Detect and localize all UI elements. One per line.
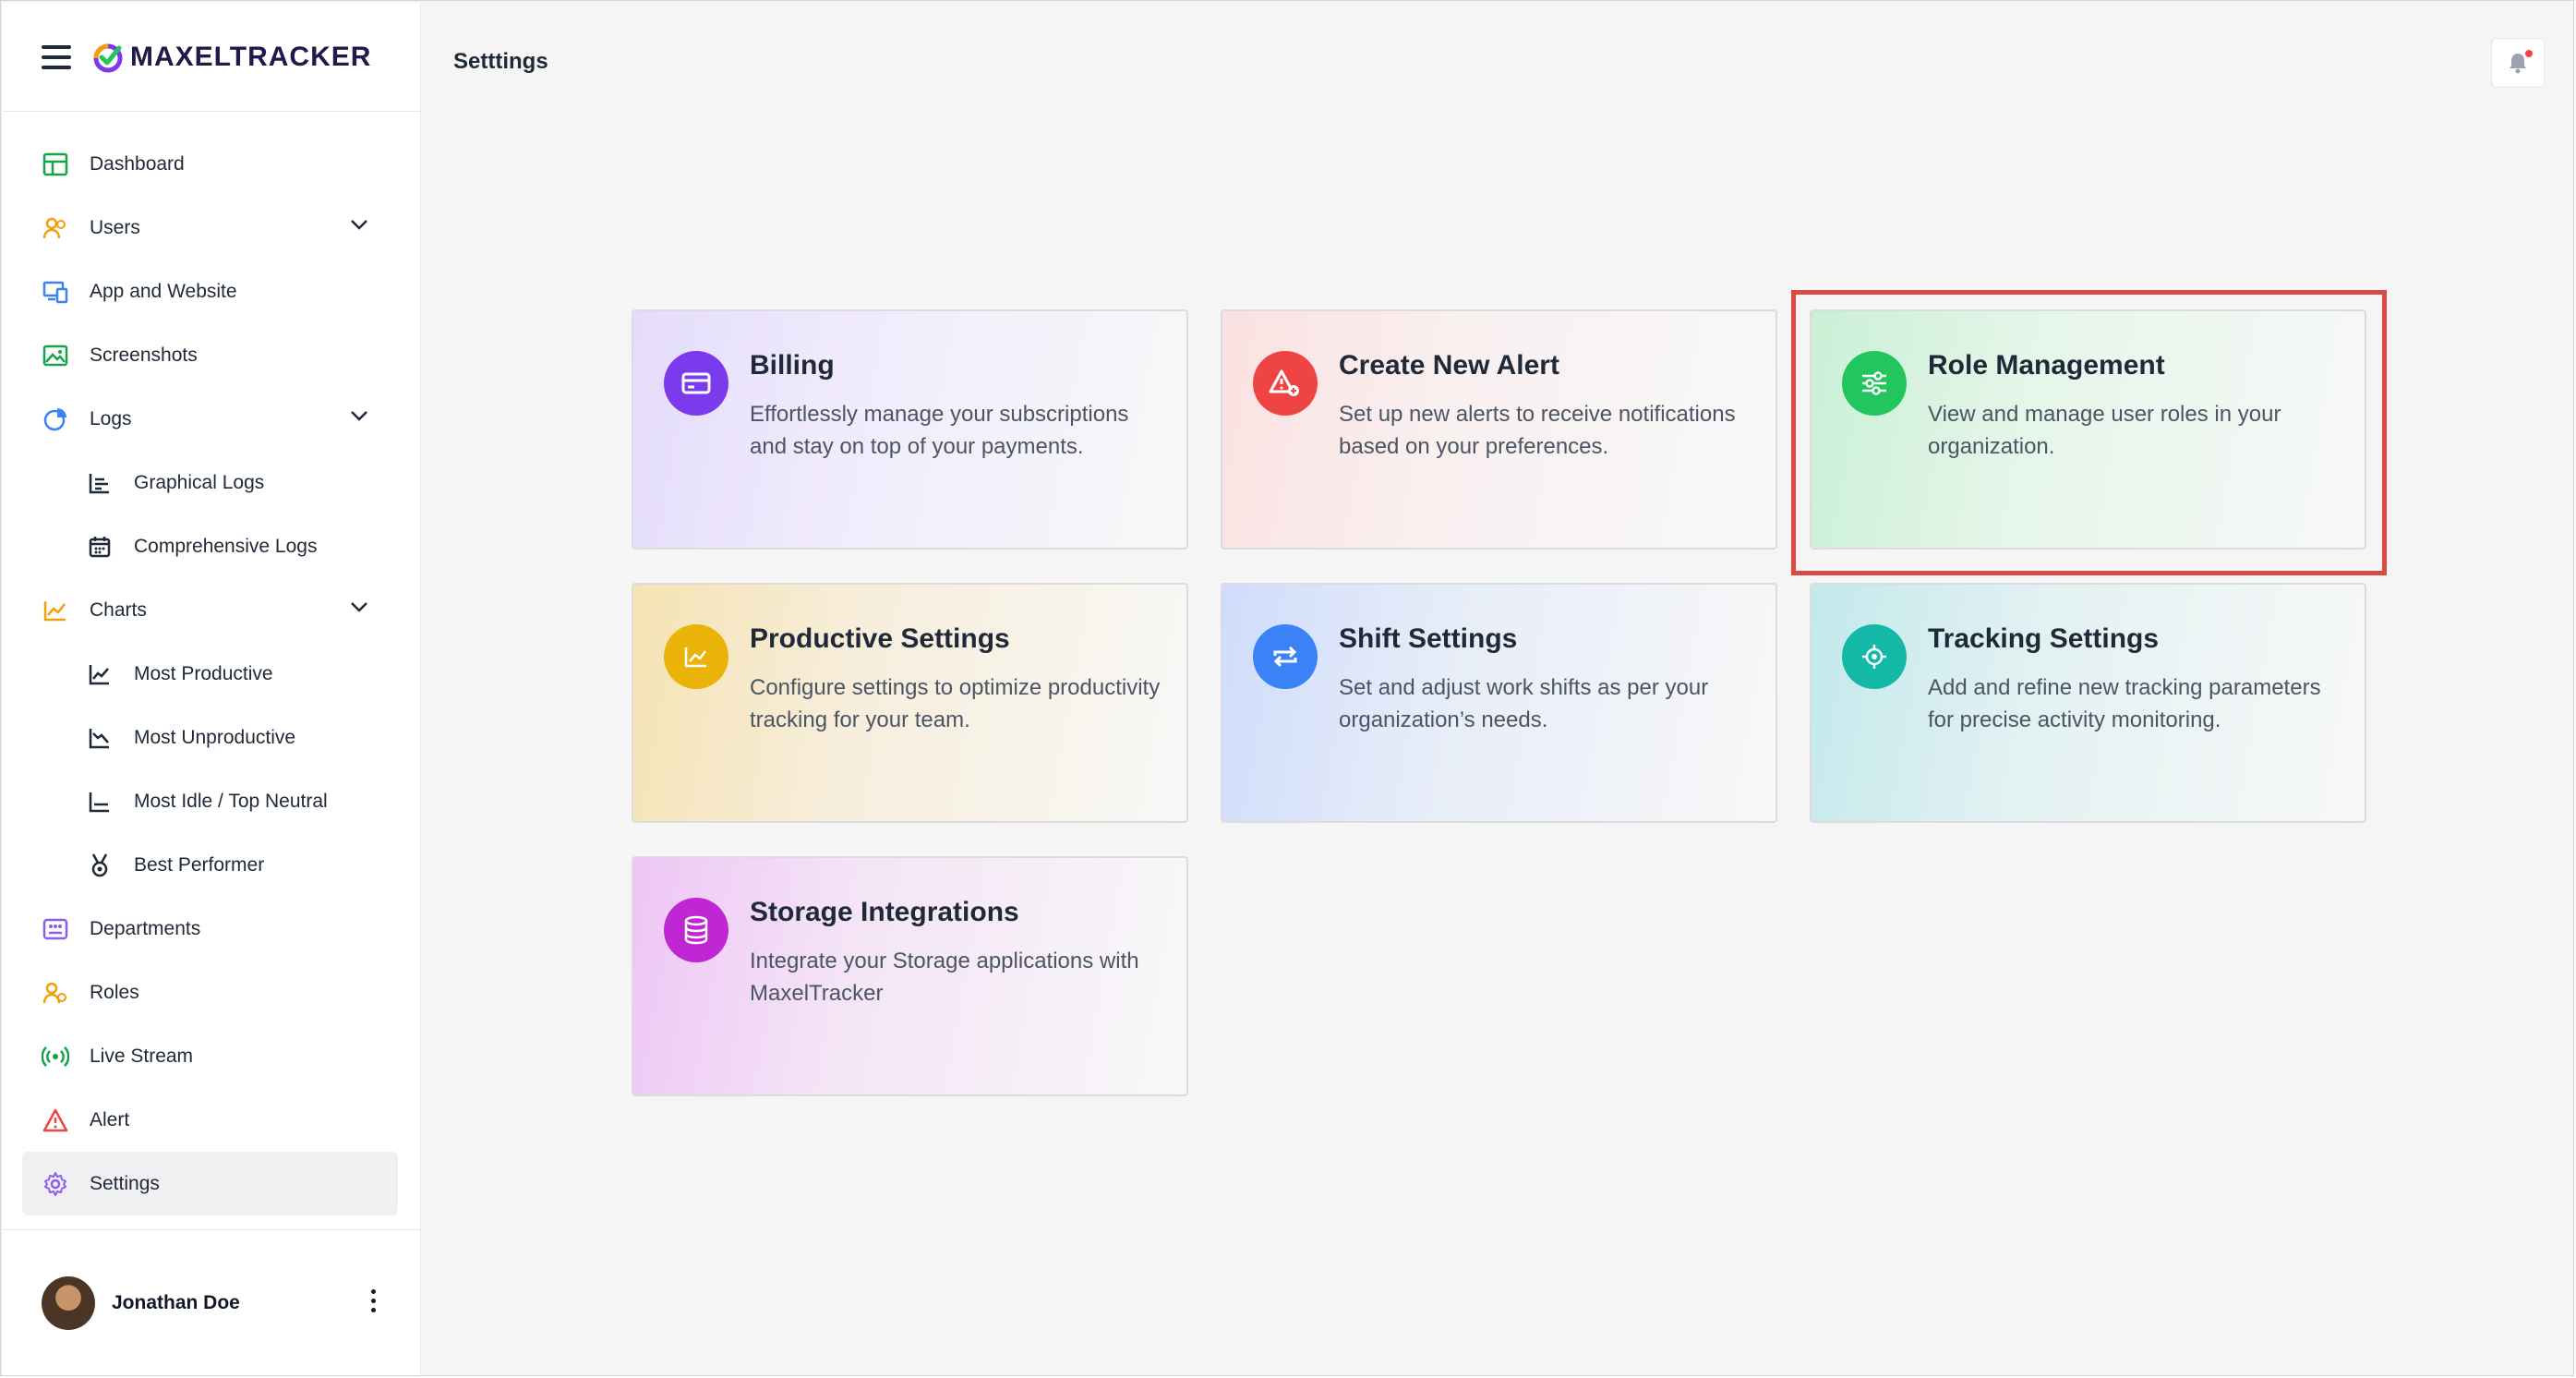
user-name: Jonathan Doe (112, 1291, 240, 1313)
sidebar-item-label: Live Stream (90, 1045, 194, 1067)
pie-chart-icon (42, 405, 69, 433)
line-chart-icon (42, 597, 69, 624)
sidebar-item-label: Screenshots (90, 344, 198, 366)
chart-line-icon (664, 624, 728, 689)
medal-icon (86, 852, 114, 879)
avatar[interactable] (42, 1275, 95, 1330)
card-title: Productive Settings (750, 623, 1010, 654)
alert-add-icon (1253, 351, 1318, 416)
credit-card-icon (664, 351, 728, 416)
sidebar-item-most-idle[interactable]: Most Idle / Top Neutral (3, 769, 420, 833)
chevron-down-icon[interactable] (350, 218, 368, 231)
sidebar-item-roles[interactable]: Roles (3, 961, 420, 1024)
chevron-down-icon[interactable] (350, 600, 368, 613)
sidebar-item-label: Alert (90, 1108, 130, 1130)
app-window: MAXELTRACKER Dashboard Users App and Web… (0, 0, 2574, 1376)
sidebar-item-label: Dashboard (90, 152, 185, 175)
card-role-management[interactable]: Role Management View and manage user rol… (1810, 309, 2366, 550)
menu-icon[interactable] (42, 44, 71, 69)
card-description: Set up new alerts to receive notificatio… (1339, 402, 1736, 459)
card-description: Configure settings to optimize productiv… (750, 675, 1161, 732)
card-description: Effortlessly manage your subscriptions a… (750, 402, 1129, 459)
sidebar-item-live-stream[interactable]: Live Stream (3, 1024, 420, 1088)
page-title: Setttings (453, 49, 548, 74)
sidebar-item-most-productive[interactable]: Most Productive (3, 642, 420, 706)
sidebar-item-dashboard[interactable]: Dashboard (3, 132, 420, 196)
sidebar-item-label: Users (90, 216, 140, 238)
card-title: Storage Integrations (750, 897, 1019, 927)
sidebar-item-label: Logs (90, 407, 132, 429)
sidebar-item-departments[interactable]: Departments (3, 897, 420, 961)
sidebar: MAXELTRACKER Dashboard Users App and Web… (3, 3, 421, 1375)
card-storage-integrations[interactable]: Storage Integrations Integrate your Stor… (632, 856, 1188, 1096)
card-title: Create New Alert (1339, 350, 1559, 381)
repeat-icon (1253, 624, 1318, 689)
calendar-icon (86, 533, 114, 561)
card-tracking-settings[interactable]: Tracking Settings Add and refine new tra… (1810, 583, 2366, 823)
trend-down-icon (86, 724, 114, 752)
card-description: Integrate your Storage applications with… (750, 949, 1139, 1006)
notification-badge (2525, 50, 2533, 57)
user-profile[interactable]: Jonathan Doe (3, 1229, 420, 1375)
card-billing[interactable]: Billing Effortlessly manage your subscri… (632, 309, 1188, 550)
sidebar-item-label: Settings (90, 1172, 160, 1194)
broadcast-icon (42, 1043, 69, 1070)
users-icon (42, 214, 69, 242)
card-title: Tracking Settings (1928, 623, 2160, 654)
sidebar-item-label: Most Unproductive (134, 726, 296, 748)
trend-up-icon (86, 660, 114, 688)
departments-icon (42, 915, 69, 943)
sidebar-item-label: Comprehensive Logs (134, 535, 318, 557)
logo[interactable]: MAXELTRACKER (91, 41, 371, 74)
sidebar-header: MAXELTRACKER (3, 3, 420, 112)
sidebar-item-label: Departments (90, 917, 201, 939)
card-title: Billing (750, 350, 835, 381)
roles-icon (42, 979, 69, 1007)
warning-icon (42, 1106, 69, 1134)
sidebar-item-label: Graphical Logs (134, 471, 265, 493)
image-icon (42, 342, 69, 369)
logo-check-icon (93, 43, 123, 72)
database-icon (664, 898, 728, 962)
dashboard-icon (42, 151, 69, 178)
sidebar-item-best-performer[interactable]: Best Performer (3, 833, 420, 897)
sidebar-item-comprehensive-logs[interactable]: Comprehensive Logs (3, 514, 420, 578)
sliders-icon (1842, 351, 1907, 416)
devices-icon (42, 278, 69, 306)
sidebar-item-logs[interactable]: Logs (3, 387, 420, 451)
card-description: Add and refine new tracking parameters f… (1928, 675, 2321, 732)
notifications-button[interactable] (2491, 38, 2545, 88)
sidebar-item-users[interactable]: Users (3, 196, 420, 260)
card-description: Set and adjust work shifts as per your o… (1339, 675, 1709, 732)
sidebar-nav: Dashboard Users App and Website Screensh… (3, 132, 420, 1215)
card-productive-settings[interactable]: Productive Settings Configure settings t… (632, 583, 1188, 823)
sidebar-item-charts[interactable]: Charts (3, 578, 420, 642)
card-shift-settings[interactable]: Shift Settings Set and adjust work shift… (1221, 583, 1777, 823)
target-icon (1842, 624, 1907, 689)
more-options-icon[interactable] (371, 1289, 376, 1312)
card-title: Shift Settings (1339, 623, 1518, 654)
sidebar-item-screenshots[interactable]: Screenshots (3, 323, 420, 387)
sidebar-item-label: Charts (90, 598, 147, 621)
sidebar-item-app-and-website[interactable]: App and Website (3, 260, 420, 323)
chevron-down-icon[interactable] (350, 409, 368, 422)
sidebar-item-label: Roles (90, 981, 139, 1003)
sidebar-item-label: Best Performer (134, 853, 265, 876)
flat-chart-icon (86, 788, 114, 816)
sidebar-item-most-unproductive[interactable]: Most Unproductive (3, 706, 420, 769)
sidebar-item-label: Most Productive (134, 662, 273, 684)
gear-icon (42, 1170, 69, 1198)
card-description: View and manage user roles in your organ… (1928, 402, 2281, 459)
sidebar-item-graphical-logs[interactable]: Graphical Logs (3, 451, 420, 514)
sidebar-item-settings[interactable]: Settings (22, 1152, 398, 1215)
bar-list-icon (86, 469, 114, 497)
brand-name: MAXELTRACKER (130, 41, 372, 72)
sidebar-item-alert[interactable]: Alert (3, 1088, 420, 1152)
sidebar-item-label: Most Idle / Top Neutral (134, 790, 328, 812)
card-title: Role Management (1928, 350, 2165, 381)
sidebar-item-label: App and Website (90, 280, 237, 302)
card-create-new-alert[interactable]: Create New Alert Set up new alerts to re… (1221, 309, 1777, 550)
